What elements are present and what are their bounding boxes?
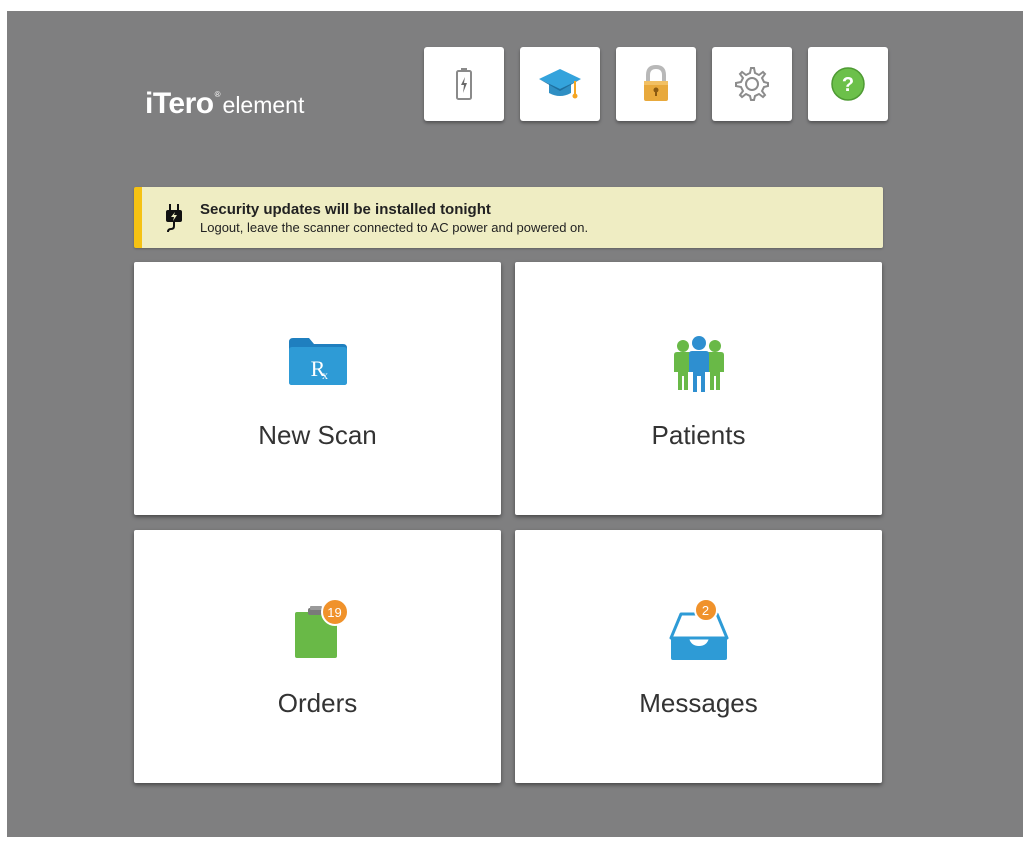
messages-count-badge: 2: [693, 598, 718, 622]
logo-brand: iTero: [145, 87, 214, 120]
patients-icon: [673, 336, 724, 392]
messages-label: Messages: [639, 688, 758, 718]
orders-label: Orders: [277, 688, 358, 718]
orders-tile[interactable]: 19 Orders: [134, 530, 501, 783]
patients-tile[interactable]: Patients: [515, 262, 882, 515]
lock-icon: [644, 64, 668, 101]
orders-count-badge: 19: [320, 598, 349, 626]
new-scan-tile[interactable]: R x New Scan: [134, 262, 501, 515]
banner-title: Security updates will be installed tonig…: [200, 200, 491, 218]
battery-button[interactable]: [424, 47, 504, 121]
banner-message: Logout, leave the scanner connected to A…: [200, 219, 589, 235]
training-button[interactable]: [520, 47, 600, 121]
rx-folder-icon: R x: [288, 338, 347, 385]
security-update-banner: Security updates will be installed tonig…: [134, 187, 883, 248]
help-button[interactable]: ?: [808, 47, 888, 121]
lock-button[interactable]: [616, 47, 696, 121]
gear-icon: [735, 67, 769, 101]
home-screen: iTero ® element ? Security updates will …: [7, 11, 1023, 837]
new-scan-label: New Scan: [258, 420, 377, 450]
itero-logo: iTero ® element: [145, 87, 304, 123]
patients-label: Patients: [651, 420, 746, 450]
battery-icon: [456, 68, 472, 100]
top-toolbar: ?: [424, 47, 888, 121]
settings-button[interactable]: [712, 47, 792, 121]
graduation-cap-icon: [539, 69, 581, 99]
logo-product: element: [222, 92, 305, 118]
logo-registered: ®: [214, 90, 221, 99]
svg-text:x: x: [322, 368, 328, 382]
messages-tile[interactable]: 2 Messages: [515, 530, 882, 783]
power-plug-icon: [166, 203, 182, 232]
help-icon: ?: [831, 67, 865, 101]
svg-text:?: ?: [842, 74, 854, 96]
